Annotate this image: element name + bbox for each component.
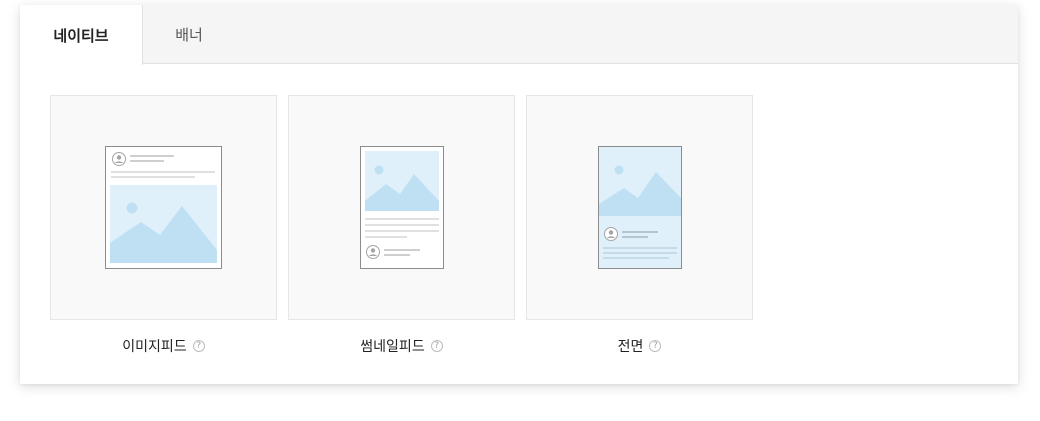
thumbnail-feed-layout-icon [359, 146, 444, 269]
format-card-image-feed[interactable]: 이미지피드 ? [50, 95, 277, 356]
format-label: 이미지피드 [122, 339, 187, 355]
format-label: 썸네일피드 [360, 339, 425, 355]
format-caption-image-feed: 이미지피드 ? [50, 336, 277, 356]
format-caption-thumbnail-feed: 썸네일피드 ? [288, 336, 515, 356]
format-tab-bar: 네이티브 배너 [20, 5, 1018, 65]
format-caption-fullscreen: 전면 ? [526, 336, 753, 356]
format-preview-thumbnail-feed[interactable] [288, 95, 515, 320]
format-card-fullscreen[interactable]: 전면 ? [526, 95, 753, 356]
ad-format-panel: 네이티브 배너 이미지피드 ? 썸네일피드 ? 전면 ? [20, 5, 1018, 384]
image-feed-layout-icon [105, 146, 222, 269]
question-circle-icon[interactable]: ? [649, 340, 662, 352]
format-preview-image-feed[interactable] [50, 95, 277, 320]
tab-banner[interactable]: 배너 [143, 5, 235, 64]
format-preview-fullscreen[interactable] [526, 95, 753, 320]
format-label: 전면 [617, 339, 644, 355]
tab-native[interactable]: 네이티브 [20, 5, 143, 65]
question-circle-icon[interactable]: ? [192, 340, 205, 352]
question-circle-icon[interactable]: ? [430, 340, 443, 352]
fullscreen-layout-icon [597, 146, 682, 269]
format-card-thumbnail-feed[interactable]: 썸네일피드 ? [288, 95, 515, 356]
